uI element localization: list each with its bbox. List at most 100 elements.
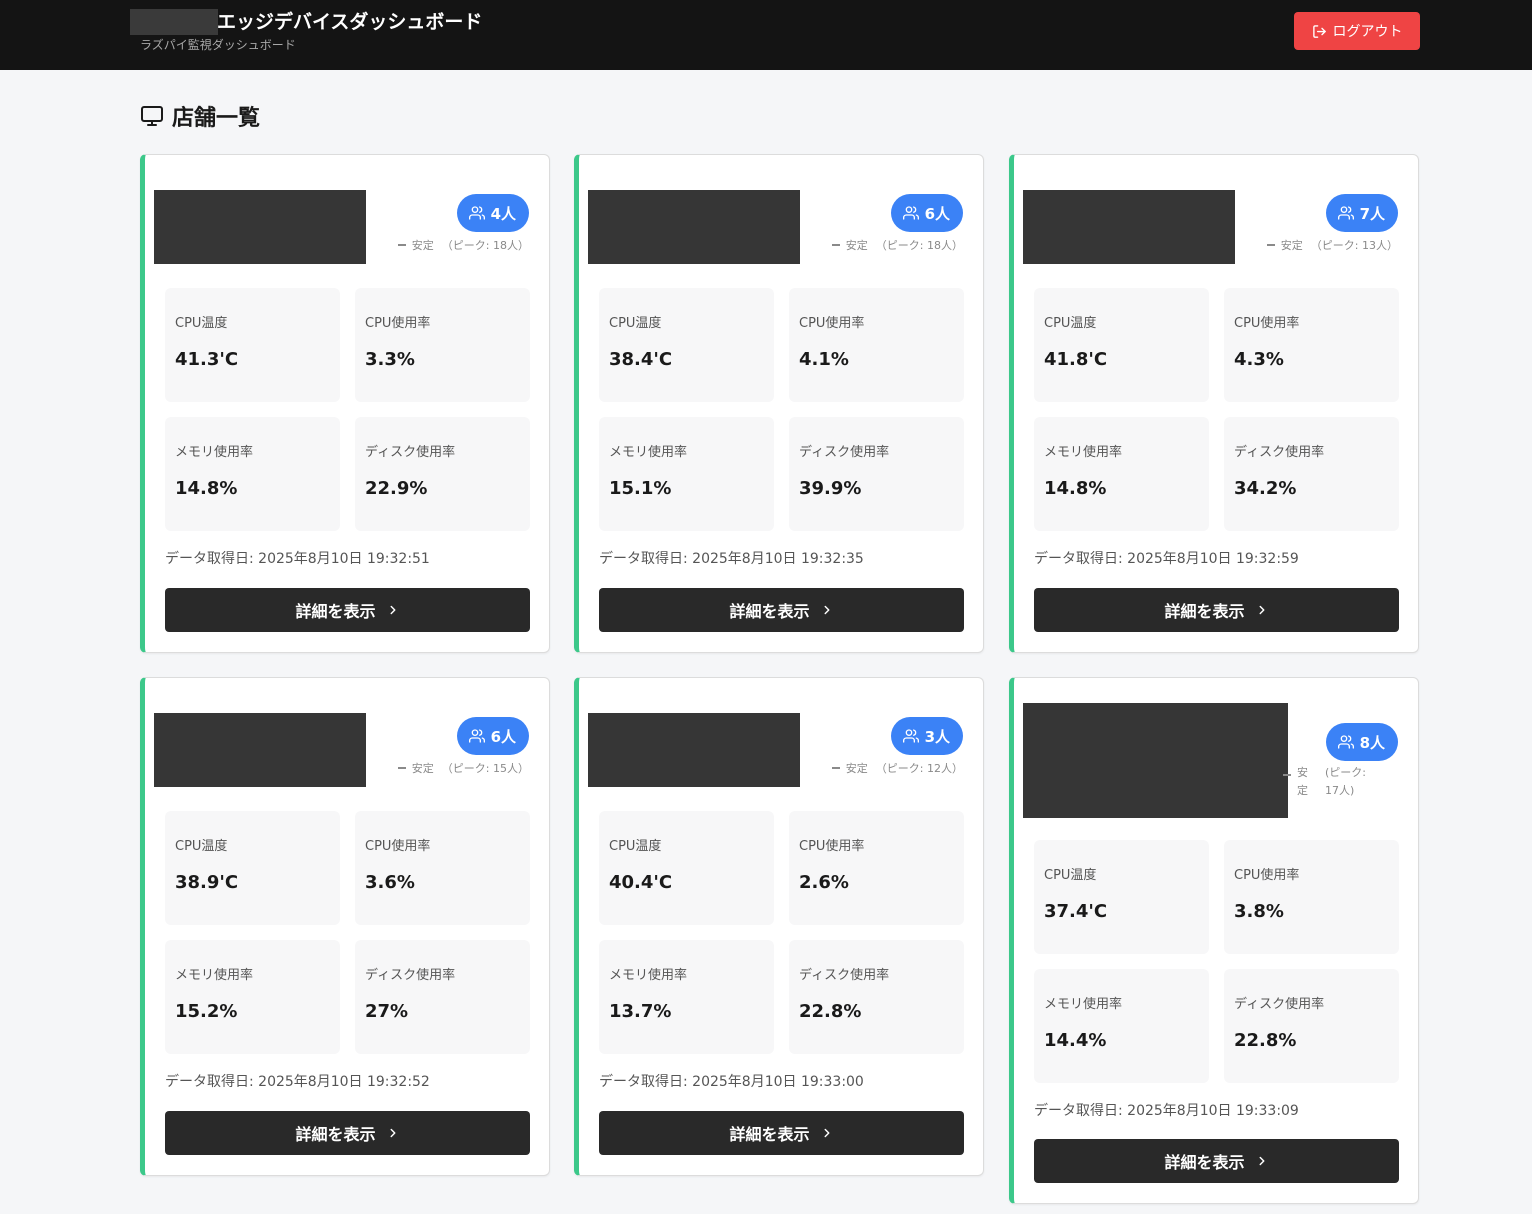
metric-cpu-temp: CPU温度 40.4'C bbox=[599, 811, 774, 925]
metric-label: ディスク使用率 bbox=[365, 445, 456, 460]
fetched-timestamp: データ取得日: 2025年8月10日 19:32:35 bbox=[599, 551, 864, 567]
view-details-button[interactable]: 詳細を表示 bbox=[165, 1111, 530, 1155]
trend-label: 安定 bbox=[411, 762, 434, 775]
trend-label: 安定 bbox=[1280, 239, 1303, 252]
store-card: 7人 安定 （ピーク: 13人） CPU温度 41.8'C CPU使用率 4.3% … bbox=[1009, 154, 1419, 653]
peak-count: （ピーク: 18人） bbox=[875, 239, 963, 252]
metric-disk-usage: ディスク使用率 34.2% bbox=[1224, 417, 1399, 531]
metric-value: 38.9'C bbox=[175, 872, 239, 893]
metric-label: CPU使用率 bbox=[365, 839, 431, 854]
view-details-label: 詳細を表示 bbox=[1164, 602, 1245, 621]
metric-value: 39.9% bbox=[799, 478, 862, 499]
view-details-button[interactable]: 詳細を表示 bbox=[599, 588, 964, 632]
view-details-label: 詳細を表示 bbox=[729, 1125, 810, 1144]
metric-label: メモリ使用率 bbox=[609, 445, 688, 460]
metric-label: メモリ使用率 bbox=[175, 968, 254, 983]
metric-value: 37.4'C bbox=[1044, 901, 1108, 922]
stable-dash-icon bbox=[397, 244, 406, 246]
metric-value: 3.6% bbox=[365, 872, 415, 893]
metric-label: メモリ使用率 bbox=[609, 968, 688, 983]
metric-disk-usage: ディスク使用率 22.9% bbox=[355, 417, 530, 531]
store-name-redacted bbox=[154, 713, 366, 787]
metric-memory-usage: メモリ使用率 14.8% bbox=[1034, 417, 1209, 531]
metric-value: 40.4'C bbox=[609, 872, 673, 893]
users-icon bbox=[1337, 206, 1354, 220]
trend-status: 安定 (ピーク: 17人) bbox=[1283, 764, 1403, 800]
monitor-icon bbox=[141, 106, 163, 126]
trend-status: 安定 （ピーク: 12人） bbox=[831, 760, 963, 776]
metric-label: CPU使用率 bbox=[1234, 316, 1300, 331]
view-details-button[interactable]: 詳細を表示 bbox=[1034, 1139, 1399, 1183]
trend-label: 安定 bbox=[845, 239, 868, 252]
store-card: 4人 安定 （ピーク: 18人） CPU温度 41.3'C CPU使用率 3.3% … bbox=[140, 154, 550, 653]
metric-disk-usage: ディスク使用率 22.8% bbox=[1224, 969, 1399, 1083]
peak-count: （ピーク: 12人） bbox=[875, 762, 963, 775]
page-title: 店舗一覧 bbox=[172, 106, 261, 131]
chevron-right-icon bbox=[1259, 1156, 1264, 1166]
people-count: 7人 bbox=[1359, 204, 1385, 223]
metric-label: ディスク使用率 bbox=[799, 445, 890, 460]
metric-label: CPU使用率 bbox=[1234, 868, 1300, 883]
metric-memory-usage: メモリ使用率 15.1% bbox=[599, 417, 774, 531]
people-count-badge: 6人 bbox=[890, 194, 963, 232]
logout-label: ログアウト bbox=[1332, 24, 1403, 40]
metric-cpu-usage: CPU使用率 3.6% bbox=[355, 811, 530, 925]
metric-value: 13.7% bbox=[609, 1001, 672, 1022]
store-name-redacted bbox=[1023, 190, 1235, 264]
stable-dash-icon bbox=[831, 767, 840, 769]
metric-disk-usage: ディスク使用率 39.9% bbox=[789, 417, 964, 531]
brand-logo-redacted bbox=[130, 9, 218, 35]
people-count-badge: 6人 bbox=[456, 717, 529, 755]
metric-memory-usage: メモリ使用率 13.7% bbox=[599, 940, 774, 1054]
section-heading: 店舗一覧 bbox=[140, 100, 260, 132]
people-count-badge: 4人 bbox=[456, 194, 529, 232]
stable-dash-icon bbox=[1266, 244, 1275, 246]
metric-label: CPU温度 bbox=[1044, 316, 1097, 331]
people-count: 8人 bbox=[1359, 733, 1385, 752]
metric-value: 22.9% bbox=[365, 478, 428, 499]
metric-cpu-usage: CPU使用率 3.3% bbox=[355, 288, 530, 402]
view-details-button[interactable]: 詳細を表示 bbox=[165, 588, 530, 632]
metric-value: 38.4'C bbox=[609, 349, 673, 370]
metric-cpu-temp: CPU温度 37.4'C bbox=[1034, 840, 1209, 954]
metric-label: CPU使用率 bbox=[365, 316, 431, 331]
chevron-right-icon bbox=[390, 605, 395, 615]
peak-count: （ピーク: 15人） bbox=[441, 762, 529, 775]
metric-label: CPU温度 bbox=[609, 839, 662, 854]
view-details-button[interactable]: 詳細を表示 bbox=[599, 1111, 964, 1155]
users-icon bbox=[468, 206, 485, 220]
chevron-right-icon bbox=[1259, 605, 1264, 615]
metric-value: 14.4% bbox=[1044, 1030, 1107, 1051]
metric-label: メモリ使用率 bbox=[1044, 997, 1123, 1012]
view-details-button[interactable]: 詳細を表示 bbox=[1034, 588, 1399, 632]
metric-label: CPU温度 bbox=[609, 316, 662, 331]
view-details-label: 詳細を表示 bbox=[295, 1125, 376, 1144]
trend-label: 安定 bbox=[1297, 766, 1308, 797]
metric-value: 27% bbox=[365, 1001, 409, 1022]
metric-cpu-usage: CPU使用率 4.1% bbox=[789, 288, 964, 402]
stable-dash-icon bbox=[397, 767, 406, 769]
view-details-label: 詳細を表示 bbox=[1164, 1153, 1245, 1172]
people-count: 4人 bbox=[490, 204, 516, 223]
metric-cpu-usage: CPU使用率 3.8% bbox=[1224, 840, 1399, 954]
metric-value: 15.2% bbox=[175, 1001, 238, 1022]
people-count-badge: 7人 bbox=[1325, 194, 1398, 232]
people-count-badge: 8人 bbox=[1325, 723, 1398, 761]
peak-count: (ピーク: 17人) bbox=[1325, 766, 1366, 797]
metric-label: CPU温度 bbox=[1044, 868, 1097, 883]
metric-label: メモリ使用率 bbox=[175, 445, 254, 460]
view-details-label: 詳細を表示 bbox=[295, 602, 376, 621]
metric-value: 14.8% bbox=[1044, 478, 1107, 499]
logout-button[interactable]: ログアウト bbox=[1294, 12, 1420, 50]
trend-status: 安定 （ピーク: 13人） bbox=[1266, 237, 1398, 253]
users-icon bbox=[902, 206, 919, 220]
fetched-timestamp: データ取得日: 2025年8月10日 19:32:59 bbox=[1034, 551, 1299, 567]
store-name-redacted bbox=[588, 713, 800, 787]
metric-value: 22.8% bbox=[1234, 1030, 1297, 1051]
metric-memory-usage: メモリ使用率 15.2% bbox=[165, 940, 340, 1054]
trend-label: 安定 bbox=[411, 239, 434, 252]
logout-icon bbox=[1312, 24, 1326, 38]
store-name-redacted bbox=[1023, 703, 1288, 818]
metric-value: 41.8'C bbox=[1044, 349, 1108, 370]
metric-label: CPU温度 bbox=[175, 839, 228, 854]
